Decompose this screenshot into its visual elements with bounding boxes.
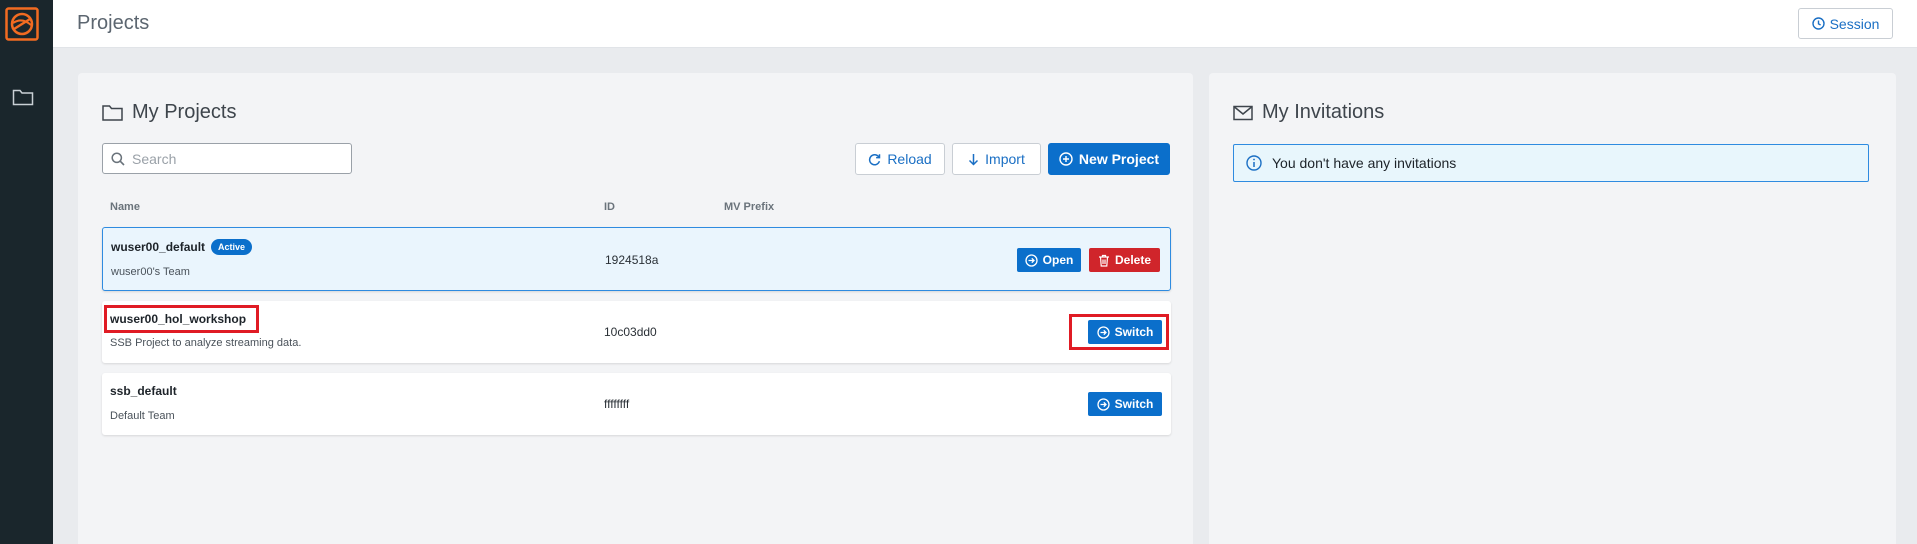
column-header-name[interactable]: Name — [110, 201, 140, 213]
clock-icon — [1811, 17, 1825, 30]
open-label: Open — [1042, 253, 1074, 267]
no-invitations-alert: You don't have any invitations — [1233, 144, 1869, 182]
delete-button[interactable]: Delete — [1089, 248, 1160, 272]
switch-label: Switch — [1114, 397, 1154, 411]
project-description: SSB Project to analyze streaming data. — [110, 337, 302, 349]
import-label: Import — [985, 151, 1025, 167]
my-invitations-header: My Invitations — [1233, 101, 1384, 124]
search-box[interactable] — [102, 143, 352, 174]
folder-icon — [102, 105, 123, 121]
top-bar: Projects Session — [53, 0, 1917, 48]
arrow-circle-icon — [1097, 325, 1110, 339]
project-name: wuser00_default Active — [111, 239, 253, 255]
project-id: ffffffff — [604, 397, 630, 411]
folder-icon[interactable] — [12, 88, 34, 106]
project-name-text: wuser00_default — [111, 240, 206, 254]
column-header-mv-prefix[interactable]: MV Prefix — [724, 201, 774, 213]
session-button[interactable]: Session — [1798, 8, 1893, 39]
my-invitations-title: My Invitations — [1262, 101, 1385, 123]
switch-button[interactable]: Switch — [1088, 392, 1162, 416]
logo-icon[interactable] — [5, 7, 39, 41]
reload-icon — [869, 153, 881, 165]
switch-label: Switch — [1114, 325, 1154, 339]
sidebar — [0, 0, 53, 544]
project-description: wuser00's Team — [111, 266, 190, 278]
project-name: ssb_default — [110, 384, 177, 398]
project-description: Default Team — [110, 410, 175, 422]
my-projects-panel: My Projects Reload Import New Project Na… — [78, 73, 1193, 544]
new-project-label: New Project — [1078, 151, 1160, 167]
my-projects-header: My Projects — [102, 101, 236, 124]
reload-label: Reload — [887, 151, 932, 167]
my-invitations-panel: My Invitations You don't have any invita… — [1209, 73, 1896, 544]
arrow-circle-icon — [1025, 253, 1038, 267]
envelope-icon — [1233, 105, 1253, 120]
project-row-active[interactable]: wuser00_default Active wuser00's Team 192… — [102, 227, 1171, 291]
reload-button[interactable]: Reload — [855, 143, 945, 175]
info-icon — [1246, 155, 1262, 171]
import-button[interactable]: Import — [952, 143, 1041, 175]
plus-circle-icon — [1059, 152, 1073, 166]
open-button[interactable]: Open — [1017, 248, 1081, 272]
no-invitations-message: You don't have any invitations — [1272, 155, 1457, 171]
column-header-id[interactable]: ID — [604, 201, 615, 213]
active-badge: Active — [211, 239, 253, 255]
my-projects-title: My Projects — [132, 101, 237, 123]
trash-icon — [1098, 254, 1109, 267]
arrow-circle-icon — [1097, 397, 1110, 411]
new-project-button[interactable]: New Project — [1048, 143, 1170, 175]
page-title: Projects — [77, 12, 150, 34]
session-label: Session — [1829, 15, 1880, 32]
project-id: 1924518a — [605, 253, 659, 267]
project-name: wuser00_hol_workshop — [110, 312, 247, 326]
arrow-down-icon — [969, 153, 979, 166]
search-input[interactable] — [132, 150, 332, 167]
project-id: 10c03dd0 — [604, 325, 657, 339]
project-row[interactable]: ssb_default Default Team ffffffff Switch — [102, 373, 1171, 435]
switch-button[interactable]: Switch — [1088, 320, 1162, 344]
delete-label: Delete — [1114, 253, 1152, 267]
project-row[interactable]: wuser00_hol_workshop SSB Project to anal… — [102, 301, 1171, 363]
search-icon — [111, 151, 125, 166]
